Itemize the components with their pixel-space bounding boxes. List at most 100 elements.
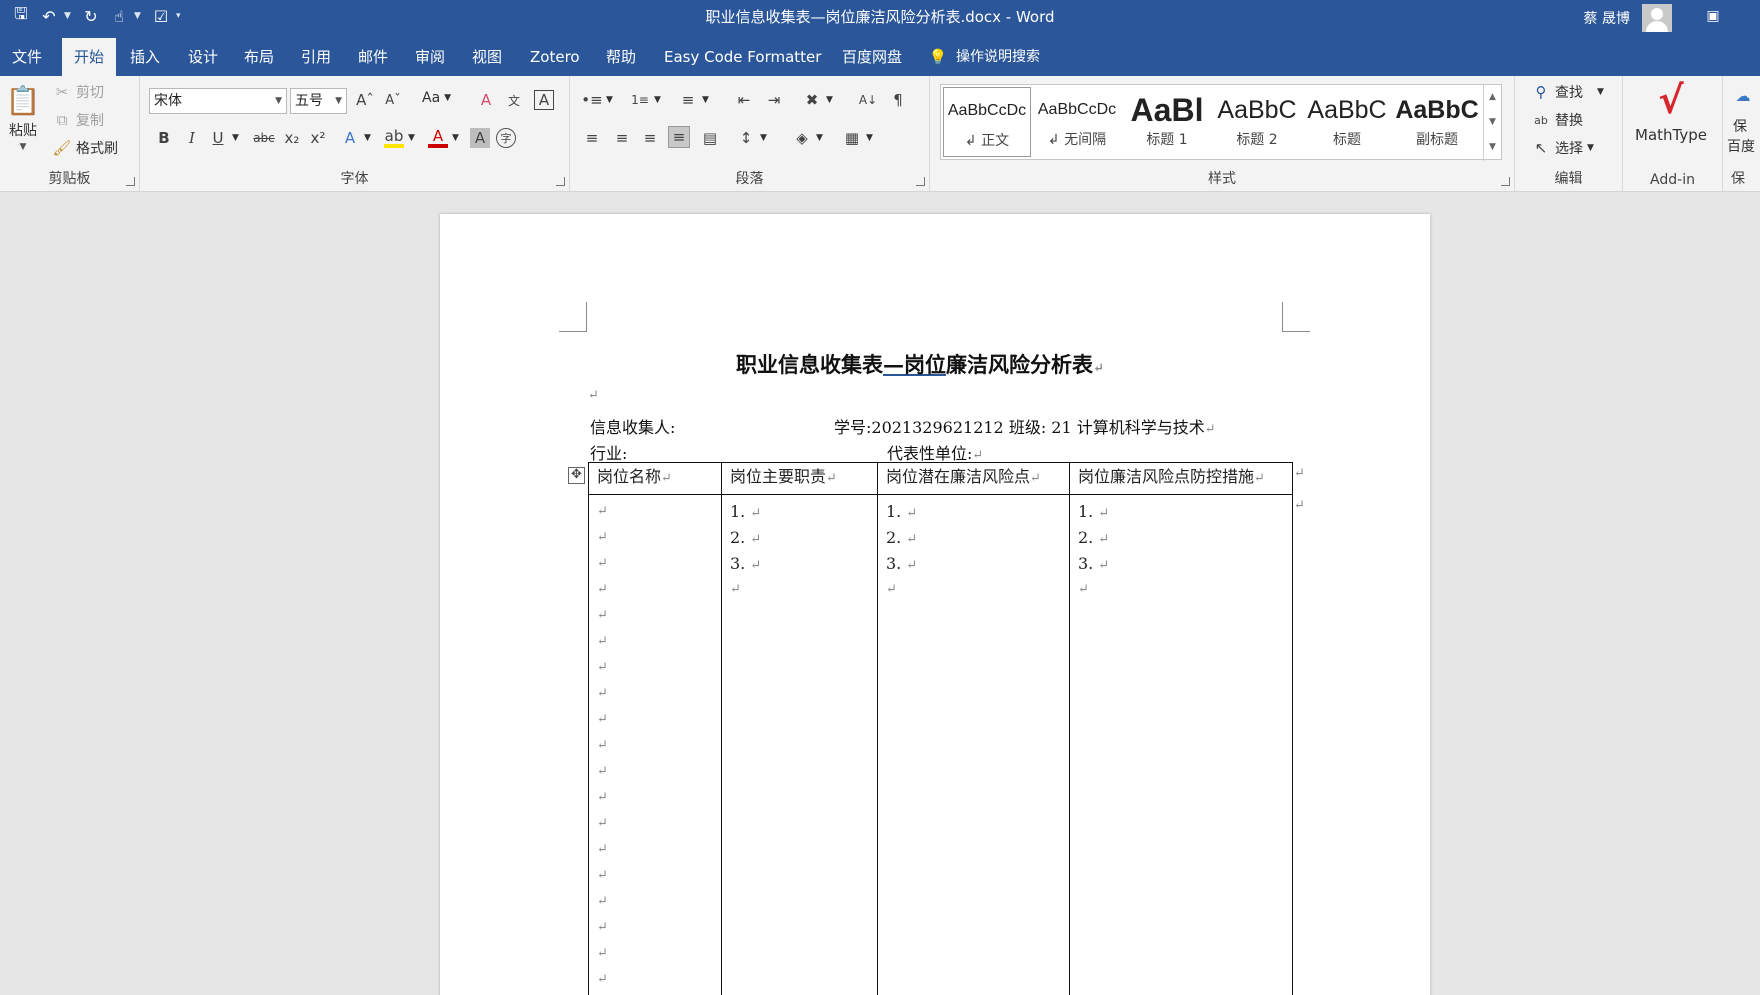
tell-me-search[interactable]: 💡 操作说明搜索 — [928, 38, 1040, 76]
prevention-measures-cell[interactable]: 1. ↵ 2. ↵ 3. ↵ ↵ — [1069, 494, 1293, 995]
industry-label[interactable]: 行业: — [590, 440, 627, 464]
sort-icon[interactable]: A↓ — [858, 90, 878, 110]
style-preview: AaBl — [1130, 92, 1204, 128]
style-heading-2[interactable]: AaBbC 标题 2 — [1213, 87, 1301, 157]
underline-icon[interactable]: U ▼ — [208, 128, 239, 148]
increase-indent-icon[interactable]: ⇥ — [764, 90, 784, 110]
bold-icon[interactable]: B — [154, 128, 174, 148]
company-label[interactable]: 代表性单位:↵ — [887, 440, 983, 464]
tab-insert[interactable]: 插入 — [118, 38, 172, 76]
highlight-color-icon[interactable]: ab ▼ — [384, 127, 415, 148]
tab-layout[interactable]: 布局 — [232, 38, 286, 76]
borders-icon[interactable]: ▦ ▼ — [842, 128, 873, 148]
student-info[interactable]: 学号:2021329621212 班级: 21 计算机科学与技术↵ — [834, 414, 1216, 438]
select-button[interactable]: ↖ 选择 ▼ — [1531, 138, 1594, 158]
styles-launcher-icon[interactable] — [1501, 177, 1510, 186]
decrease-indent-icon[interactable]: ⇤ — [734, 90, 754, 110]
cut-button[interactable]: ✂ 剪切 — [52, 82, 104, 102]
style-title[interactable]: AaBbC 标题 — [1303, 87, 1391, 157]
item-number: 1. — [1078, 502, 1094, 521]
align-right-icon[interactable]: ≡ — [640, 128, 660, 148]
table-header-cell[interactable]: 岗位名称↵ — [588, 462, 722, 495]
multilevel-list-icon[interactable]: ≡ ▼ — [678, 90, 709, 110]
style-no-spacing[interactable]: AaBbCcDc ↲ 无间隔 — [1033, 87, 1121, 157]
avatar[interactable] — [1642, 4, 1672, 32]
align-center-icon[interactable]: ≡ — [612, 128, 632, 148]
copy-button[interactable]: ⧉ 复制 — [52, 110, 104, 130]
row-end-mark: ↵ — [1294, 466, 1305, 481]
user-name[interactable]: 蔡 晟博 — [1584, 8, 1630, 28]
distributed-icon[interactable]: ▤ — [700, 128, 720, 148]
align-left-icon[interactable]: ≡ — [582, 128, 602, 148]
text-effects-icon[interactable]: A ▼ — [340, 128, 371, 148]
chinese-layout-icon[interactable]: ✖ ▼ — [802, 90, 833, 110]
font-name-combo[interactable]: 宋体 ▼ — [149, 88, 287, 114]
tab-view[interactable]: 视图 — [460, 38, 514, 76]
numbering-icon[interactable]: 1≡ ▼ — [630, 90, 661, 110]
tab-review[interactable]: 审阅 — [403, 38, 457, 76]
item-number: 3. — [730, 554, 746, 573]
cell-mark: ↵ — [597, 920, 608, 935]
character-border-icon[interactable]: A — [534, 90, 554, 110]
italic-icon[interactable]: I — [182, 128, 202, 148]
table-header-cell[interactable]: 岗位主要职责↵ — [721, 462, 878, 495]
shading-icon[interactable]: ◈ ▼ — [792, 128, 823, 148]
font-size-value: 五号 — [295, 93, 323, 109]
tab-easy-code-formatter[interactable]: Easy Code Formatter — [652, 38, 833, 76]
font-size-combo[interactable]: 五号 ▼ — [290, 88, 347, 114]
style-subtitle[interactable]: AaBbC 副标题 — [1393, 87, 1481, 157]
format-painter-button[interactable]: 🖌 格式刷 — [52, 138, 118, 158]
bullets-icon[interactable]: •≡ ▼ — [581, 90, 613, 110]
paste-dropdown-icon[interactable]: ▼ — [20, 142, 27, 152]
table-header-cell[interactable]: 岗位廉洁风险点防控措施↵ — [1069, 462, 1293, 495]
tab-design[interactable]: 设计 — [176, 38, 230, 76]
justify-icon[interactable]: ≡ — [668, 126, 690, 148]
tab-baidu-netdisk[interactable]: 百度网盘 — [830, 38, 914, 76]
paste-button[interactable]: 📋 粘贴 ▼ — [6, 82, 41, 153]
table-move-handle-icon[interactable]: ✥ — [568, 467, 585, 484]
document-page[interactable]: 职业信息收集表—岗位廉洁风险分析表↵ ↵ 信息收集人: 学号:202132962… — [440, 214, 1430, 995]
font-launcher-icon[interactable] — [556, 177, 565, 186]
shrink-font-icon[interactable]: Aˇ — [383, 90, 403, 110]
document-title[interactable]: 职业信息收集表—岗位廉洁风险分析表↵ — [736, 349, 1104, 379]
clear-formatting-icon[interactable]: A​ — [476, 90, 496, 110]
mathtype-button[interactable]: √ MathType — [1635, 78, 1707, 144]
cell-mark: ↵ — [906, 506, 918, 521]
tab-help[interactable]: 帮助 — [594, 38, 648, 76]
table-header-cell[interactable]: 岗位潜在廉洁风险点↵ — [877, 462, 1070, 495]
show-marks-icon[interactable]: ¶ — [888, 90, 908, 110]
tab-file[interactable]: 文件 — [0, 38, 54, 76]
tab-references[interactable]: 引用 — [289, 38, 343, 76]
replace-button[interactable]: ab 替换 — [1531, 110, 1583, 130]
tab-home[interactable]: 开始 — [62, 38, 117, 76]
style-heading-1[interactable]: AaBl 标题 1 — [1123, 87, 1211, 157]
risk-points-cell[interactable]: 1. ↵ 2. ↵ 3. ↵ ↵ — [877, 494, 1070, 995]
baidu-save-label-top: 保 — [1733, 119, 1747, 135]
change-case-button[interactable]: Aa ▼ — [422, 90, 451, 106]
ribbon-display-options-icon[interactable]: ▣ — [1700, 4, 1726, 28]
superscript-icon[interactable]: x² — [308, 128, 328, 148]
more-styles-icon[interactable]: ▼ — [1484, 135, 1501, 160]
chevron-down-icon[interactable]: ▼ — [1484, 110, 1501, 135]
responsibilities-cell[interactable]: 1. ↵ 2. ↵ 3. ↵ ↵ — [721, 494, 878, 995]
baidu-save-button[interactable]: ☁ — [1733, 86, 1753, 106]
enclose-characters-icon[interactable]: 字 — [496, 128, 516, 148]
strikethrough-icon[interactable]: abc — [252, 128, 276, 148]
chevron-up-icon[interactable]: ▲ — [1484, 85, 1501, 110]
find-button[interactable]: ⚲ 查找 ▼ — [1531, 82, 1604, 102]
tab-zotero[interactable]: Zotero — [518, 38, 592, 76]
paragraph-launcher-icon[interactable] — [916, 177, 925, 186]
subscript-icon[interactable]: x₂ — [282, 128, 302, 148]
tab-mailings[interactable]: 邮件 — [346, 38, 400, 76]
grow-font-icon[interactable]: Aˆ — [355, 90, 375, 110]
document-area[interactable]: 职业信息收集表—岗位廉洁风险分析表↵ ↵ 信息收集人: 学号:202132962… — [0, 192, 1760, 995]
phonetic-guide-icon[interactable]: 文 — [504, 90, 524, 110]
collector-label[interactable]: 信息收集人: — [590, 414, 675, 438]
empty-paragraph[interactable]: ↵ — [588, 388, 599, 403]
clipboard-launcher-icon[interactable] — [126, 177, 135, 186]
style-normal[interactable]: AaBbCcDc ↲ 正文 — [943, 87, 1031, 157]
character-shading-icon[interactable]: A — [470, 128, 490, 148]
font-color-icon[interactable]: A ▼ — [428, 127, 459, 148]
line-spacing-icon[interactable]: ↕ ▼ — [736, 128, 767, 148]
position-name-cell[interactable]: ↵ ↵ ↵ ↵ ↵ ↵ ↵ ↵ ↵ ↵ ↵ ↵ ↵ ↵ ↵ ↵ ↵ ↵ ↵ — [588, 494, 722, 995]
